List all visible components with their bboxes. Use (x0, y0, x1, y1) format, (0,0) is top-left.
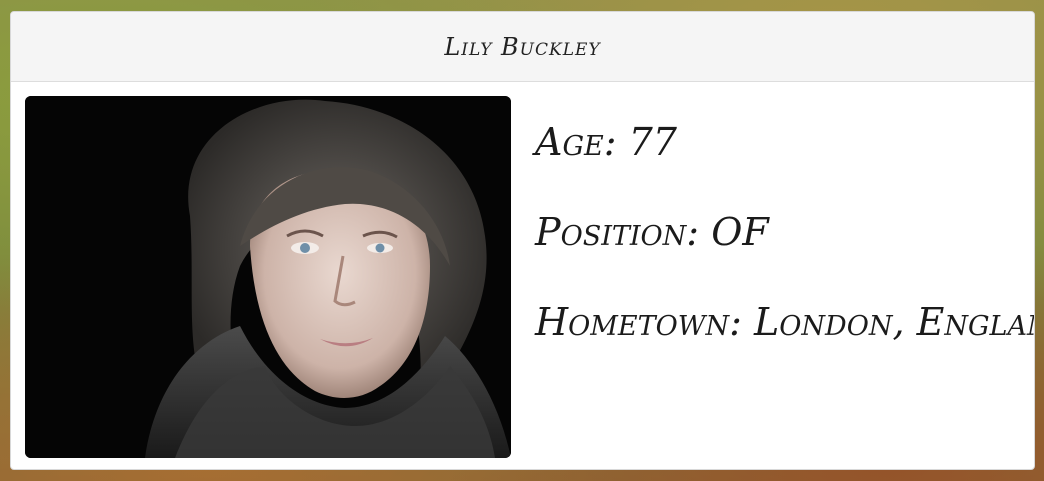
hometown-label: Hometown: (535, 300, 742, 344)
player-details: Age: 77 Position: OF Hometown: London, E… (535, 112, 1034, 382)
age-row: Age: 77 (535, 112, 1034, 202)
position-label: Position: (535, 210, 700, 254)
age-label: Age: (535, 120, 617, 164)
position-value: OF (711, 210, 769, 254)
hometown-row: Hometown: London, England (535, 292, 1034, 382)
player-photo (25, 96, 511, 458)
position-row: Position: OF (535, 202, 1034, 292)
age-value: 77 (628, 120, 677, 164)
card-header: Lily Buckley (11, 12, 1034, 82)
player-card: Lily Buckley Age: 77 Position: OF Hometo… (10, 11, 1035, 470)
player-name: Lily Buckley (444, 32, 601, 61)
hometown-value: London, England (754, 300, 1034, 344)
